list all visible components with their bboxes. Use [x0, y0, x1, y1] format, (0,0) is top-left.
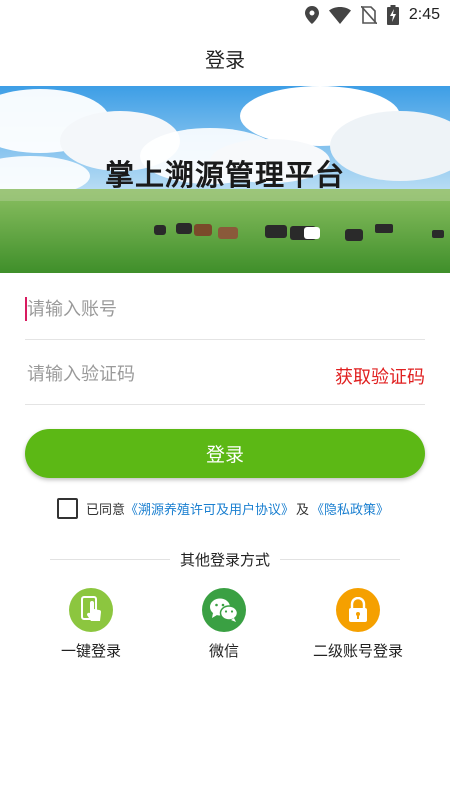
privacy-policy-link[interactable]: 《隐私政策》	[311, 499, 389, 518]
other-login-title: 其他登录方式	[180, 550, 271, 569]
divider-left	[50, 558, 170, 560]
tap-phone-icon	[69, 588, 113, 632]
license-agreement-link[interactable]: 《溯源养殖许可及用户协议》	[125, 499, 294, 518]
banner-image: 掌上溯源管理平台	[0, 86, 450, 273]
sub-account-login-option[interactable]: 二级账号登录	[293, 588, 423, 661]
wechat-icon	[202, 588, 246, 632]
battery-charging-icon	[386, 5, 399, 25]
one-tap-login-option[interactable]: 一键登录	[26, 588, 156, 661]
account-field[interactable]	[25, 280, 425, 340]
agreement-checkbox[interactable]	[57, 497, 78, 519]
agreement-conjunction: 及	[296, 502, 310, 518]
banner-title: 掌上溯源管理平台	[104, 158, 345, 192]
location-icon	[304, 6, 319, 24]
agreement-row: 已同意 《溯源养殖许可及用户协议》 及 《隐私政策》	[57, 496, 389, 520]
status-icons: 2:45	[304, 4, 440, 26]
lock-icon	[336, 588, 380, 632]
page-title: 登录	[205, 47, 245, 72]
wechat-login-label: 微信	[208, 642, 239, 660]
account-input[interactable]	[25, 280, 425, 339]
status-time: 2:45	[408, 6, 440, 23]
sub-account-login-label: 二级账号登录	[312, 642, 403, 660]
verification-code-field[interactable]: 获取验证码	[25, 345, 425, 405]
one-tap-login-label: 一键登录	[60, 642, 121, 660]
title-bar: 登录	[0, 30, 450, 86]
divider-right	[280, 558, 401, 560]
agreement-prefix: 已同意	[86, 502, 126, 518]
no-sim-icon	[360, 6, 377, 24]
status-bar: 2:45	[0, 0, 450, 30]
wechat-login-option[interactable]: 微信	[159, 588, 289, 661]
login-button[interactable]: 登录	[25, 429, 425, 478]
wifi-icon	[328, 6, 351, 24]
verification-code-input[interactable]	[25, 345, 315, 404]
other-login-header: 其他登录方式	[50, 549, 401, 569]
get-code-button[interactable]: 获取验证码	[335, 363, 425, 389]
